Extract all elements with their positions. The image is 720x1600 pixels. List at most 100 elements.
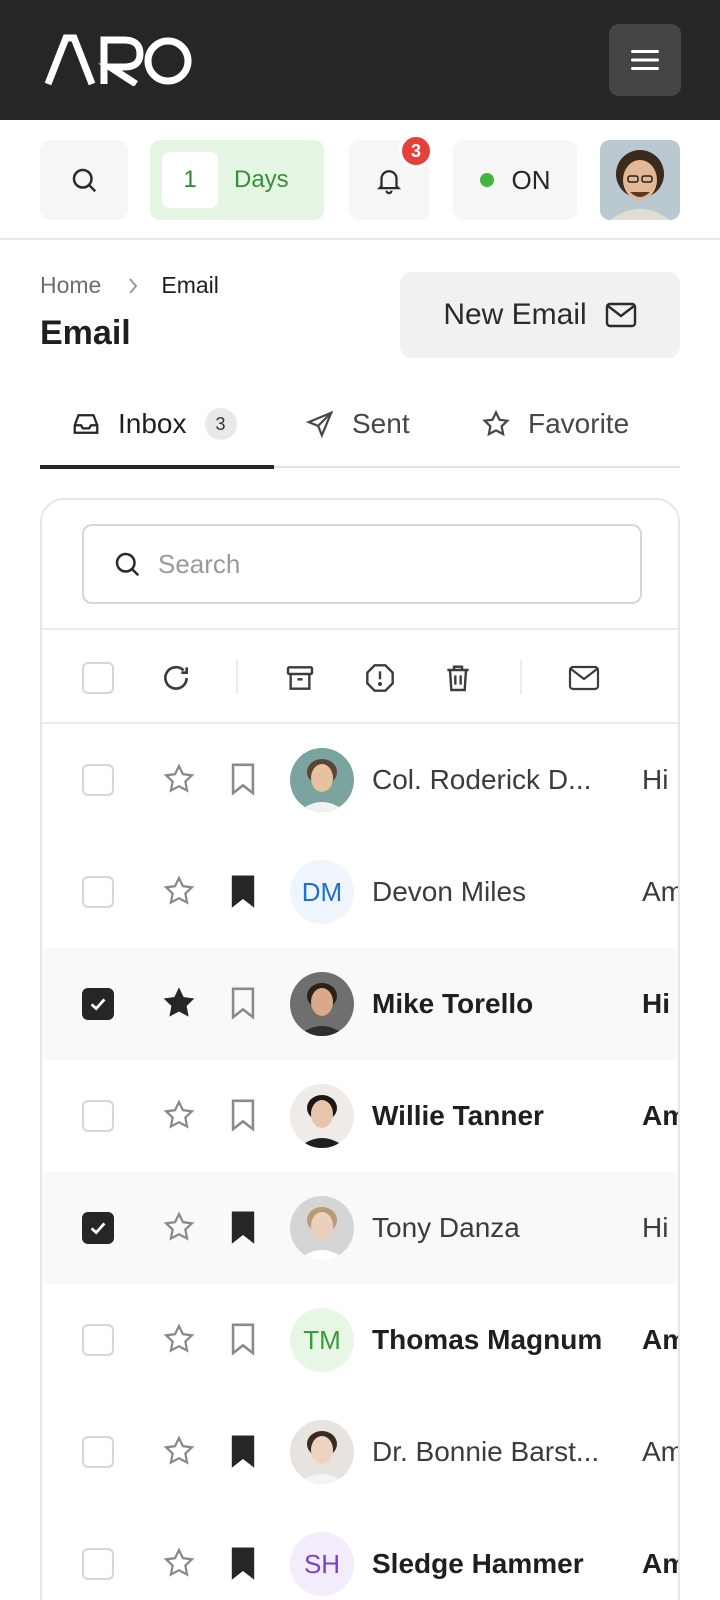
email-list: Col. Roderick D... Hi I DM Devon Miles Am Mik… (42, 724, 680, 1600)
star-icon[interactable] (162, 1098, 196, 1132)
status-dot (479, 173, 494, 187)
email-row[interactable]: Tony Danza Hi I (42, 1172, 680, 1284)
row-checkbox[interactable] (82, 1212, 114, 1244)
aro-logo[interactable] (44, 34, 194, 86)
star-filled-icon[interactable] (162, 986, 196, 1020)
email-row[interactable]: Dr. Bonnie Barst... Am (42, 1396, 678, 1508)
hamburger-icon (631, 50, 659, 70)
star-icon[interactable] (162, 1210, 196, 1244)
user-avatar-image (600, 140, 680, 220)
email-snippet: Am (642, 876, 680, 907)
email-snippet: Hi I (642, 764, 680, 795)
email-row[interactable]: DM Devon Miles Am (42, 836, 680, 948)
email-snippet: Am (642, 1548, 678, 1579)
new-email-button[interactable]: New Email (400, 272, 680, 358)
bookmark-filled-icon[interactable] (228, 1546, 258, 1580)
tab-favorite-label: Favorite (528, 408, 630, 439)
new-email-label: New Email (443, 298, 587, 331)
email-row[interactable]: SH Sledge Hammer Am (42, 1508, 678, 1600)
search-input[interactable] (158, 548, 618, 580)
select-all-checkbox[interactable] (76, 656, 120, 700)
bookmark-icon[interactable] (228, 762, 258, 796)
menu-button[interactable] (609, 24, 681, 96)
star-icon (482, 409, 510, 437)
sender-name: Mike Torello (372, 988, 534, 1019)
row-checkbox[interactable] (82, 764, 114, 796)
notification-badge: 3 (399, 134, 433, 168)
notifications-button[interactable]: 3 (349, 134, 433, 220)
avatar-photo (290, 748, 354, 812)
email-row[interactable]: Col. Roderick D... Hi I (42, 724, 680, 836)
refresh-button[interactable] (154, 656, 198, 700)
delete-button[interactable] (436, 656, 480, 700)
avatar-photo (290, 1420, 354, 1484)
user-avatar[interactable] (600, 140, 680, 220)
spam-button[interactable] (358, 656, 402, 700)
days-label: Days (234, 166, 289, 193)
bookmark-icon[interactable] (228, 1098, 258, 1132)
row-checkbox[interactable] (82, 988, 114, 1020)
days-value: 1 (162, 152, 218, 208)
email-row[interactable]: Mike Torello Hi I (42, 948, 678, 1060)
tab-sent[interactable]: Sent (304, 380, 410, 468)
search-icon (115, 552, 140, 577)
avatar (290, 748, 354, 812)
bookmark-filled-icon[interactable] (228, 874, 258, 908)
search-button[interactable] (40, 140, 128, 220)
sender-name: Sledge Hammer (372, 1548, 584, 1579)
bookmark-icon[interactable] (228, 1322, 258, 1356)
avatar (290, 1420, 354, 1484)
tab-favorite[interactable]: Favorite (480, 380, 629, 468)
tab-sent-label: Sent (352, 408, 410, 439)
row-checkbox[interactable] (82, 1436, 114, 1468)
chevron-right-icon (129, 277, 138, 294)
row-checkbox[interactable] (82, 876, 114, 908)
mark-read-button[interactable] (562, 656, 606, 700)
avatar-initials: SH (303, 1548, 341, 1579)
status-toggle[interactable]: ON (453, 140, 577, 220)
inbox-count-badge: 3 (204, 408, 237, 440)
search-icon (72, 168, 97, 193)
breadcrumb-current: Email (161, 272, 219, 298)
email-snippet: Hi I (642, 1212, 680, 1243)
checkbox-box (82, 662, 114, 694)
star-icon[interactable] (162, 1322, 196, 1356)
avatar-initials: TM (303, 1324, 341, 1355)
row-checkbox[interactable] (82, 1324, 114, 1356)
tab-inbox[interactable]: Inbox 3 (70, 380, 237, 468)
email-row[interactable]: Willie Tanner Am (42, 1060, 678, 1172)
email-snippet: Am (642, 1100, 678, 1131)
days-chip[interactable]: 1 Days (150, 140, 324, 220)
email-snippet: Am (642, 1324, 678, 1355)
sender-name: Thomas Magnum (372, 1324, 603, 1355)
star-icon[interactable] (162, 1434, 196, 1468)
avatar (290, 1196, 354, 1260)
star-icon[interactable] (162, 874, 196, 908)
archive-icon (286, 666, 314, 690)
breadcrumb: Home Email (40, 272, 219, 299)
sender-name: Dr. Bonnie Barst... (372, 1436, 600, 1467)
star-icon[interactable] (162, 762, 196, 796)
row-checkbox[interactable] (82, 1548, 114, 1580)
alert-octagon-icon (366, 664, 394, 692)
row-checkbox[interactable] (82, 1100, 114, 1132)
sender-name: Willie Tanner (372, 1100, 544, 1131)
breadcrumb-home[interactable]: Home (40, 272, 101, 299)
star-icon[interactable] (162, 1546, 196, 1580)
tab-inbox-label: Inbox (118, 408, 187, 439)
email-panel: Col. Roderick D... Hi I DM Devon Miles Am Mik… (40, 498, 680, 1600)
archive-button[interactable] (278, 656, 322, 700)
sender-name: Col. Roderick D... (372, 764, 592, 795)
bookmark-filled-icon[interactable] (228, 1210, 258, 1244)
avatar-photo (290, 972, 354, 1036)
send-icon (305, 410, 334, 439)
mail-icon (605, 302, 636, 328)
bell-icon (376, 170, 402, 195)
sender-name: Tony Danza (372, 1212, 520, 1243)
check-icon (90, 998, 106, 1011)
avatar-initials: DM (301, 876, 343, 907)
sender-name: Devon Miles (372, 876, 527, 907)
bookmark-icon[interactable] (228, 986, 258, 1020)
bookmark-filled-icon[interactable] (228, 1434, 258, 1468)
email-row[interactable]: TM Thomas Magnum Am (42, 1284, 678, 1396)
